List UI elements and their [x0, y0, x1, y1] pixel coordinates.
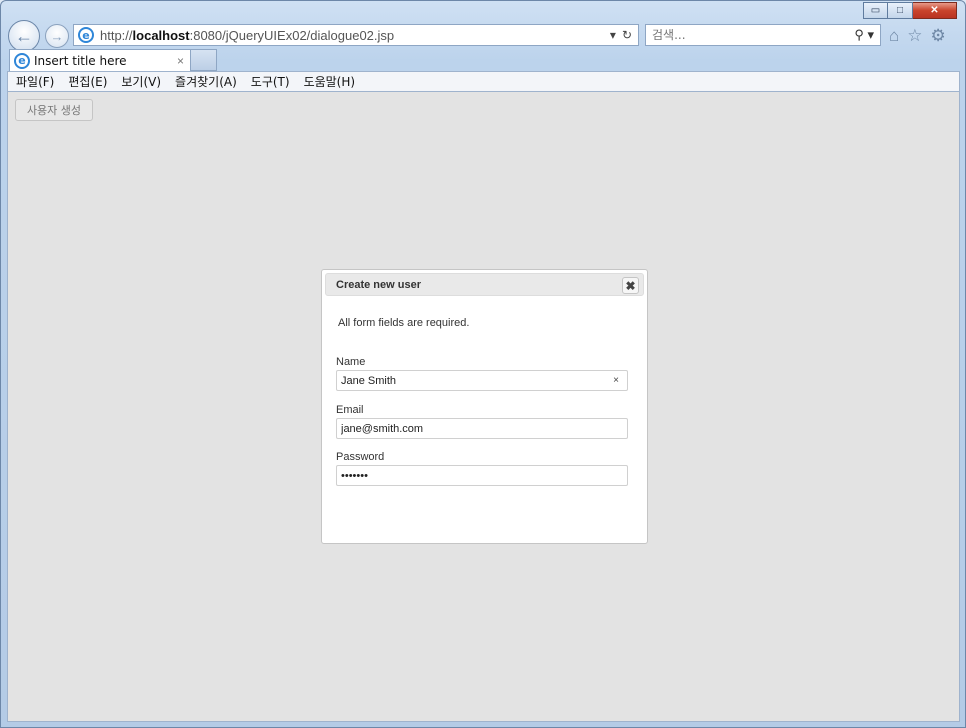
url-host: localhost	[132, 27, 190, 43]
menu-favorites[interactable]: 즐겨찾기(A)	[175, 73, 237, 90]
url-path: :8080/jQueryUIEx02/dialogue02.jsp	[189, 27, 395, 43]
create-user-dialog: Create new user ✖ All form fields are re…	[321, 269, 648, 544]
dialog-titlebar[interactable]: Create new user ✖	[325, 273, 644, 296]
menu-tools[interactable]: 도구(T)	[251, 73, 290, 90]
menu-help[interactable]: 도움말(H)	[304, 73, 356, 90]
tab-title: Insert title here	[34, 53, 127, 68]
password-input[interactable]	[341, 469, 601, 482]
tab-close-icon[interactable]: ×	[177, 54, 184, 68]
password-field: Password	[336, 451, 628, 486]
name-label: Name	[336, 356, 366, 368]
new-tab-button[interactable]	[191, 49, 217, 71]
address-bar[interactable]: e http://localhost:8080/jQueryUIEx02/dia…	[73, 24, 639, 46]
tools-gear-icon[interactable]: ⚙	[931, 26, 946, 46]
search-box[interactable]: ⚲ ▾	[645, 24, 881, 46]
favorites-star-icon[interactable]: ☆	[907, 26, 922, 46]
back-arrow-icon: ←	[15, 25, 33, 46]
search-icon[interactable]: ⚲ ▾	[854, 27, 880, 43]
tab-ie-icon: e	[14, 52, 30, 69]
address-url[interactable]: http://localhost:8080/jQueryUIEx02/dialo…	[100, 28, 394, 43]
address-dropdown-icon[interactable]: ▾	[610, 28, 616, 42]
email-field: Email	[336, 404, 628, 439]
search-dropdown-icon[interactable]: ▾	[867, 27, 874, 42]
validation-tip: All form fields are required.	[338, 317, 470, 329]
menu-file[interactable]: 파일(F)	[16, 73, 54, 90]
forward-button[interactable]: →	[45, 24, 69, 48]
search-input[interactable]	[652, 28, 832, 42]
clear-input-icon[interactable]: ×	[613, 375, 619, 386]
password-label: Password	[336, 451, 385, 463]
email-input[interactable]	[341, 422, 601, 435]
menu-view[interactable]: 보기(V)	[121, 73, 161, 90]
forward-arrow-icon: →	[50, 28, 64, 44]
page-content: 사용자 생성 Create new user ✖ All form fields…	[7, 92, 960, 722]
close-window-button[interactable]: ✕	[913, 2, 957, 19]
tab-active[interactable]: e Insert title here ×	[9, 49, 191, 71]
tab-strip: e Insert title here ×	[1, 49, 966, 71]
password-input-box[interactable]	[336, 465, 628, 486]
name-input-box[interactable]: ×	[336, 370, 628, 391]
window-controls: ▭ □ ✕	[863, 2, 957, 19]
name-field: Name ×	[336, 356, 628, 391]
name-input[interactable]	[341, 374, 601, 387]
address-tools: ▾ ↻	[610, 28, 638, 42]
refresh-icon[interactable]: ↻	[622, 28, 632, 42]
navigation-bar: ← → e http://localhost:8080/jQueryUIEx02…	[1, 19, 966, 52]
dialog-close-icon[interactable]: ✖	[622, 277, 639, 294]
dialog-title: Create new user	[336, 278, 421, 291]
menu-bar: 파일(F) 편집(E) 보기(V) 즐겨찾기(A) 도구(T) 도움말(H)	[7, 71, 960, 92]
url-protocol: http://	[100, 27, 133, 43]
ie-page-icon: e	[78, 27, 94, 43]
back-button[interactable]: ←	[8, 20, 40, 52]
home-icon[interactable]: ⌂	[889, 26, 899, 46]
create-user-button[interactable]: 사용자 생성	[15, 99, 93, 121]
maximize-button[interactable]: □	[888, 2, 913, 19]
menu-edit[interactable]: 편집(E)	[68, 73, 107, 90]
email-label: Email	[336, 404, 364, 416]
email-input-box[interactable]	[336, 418, 628, 439]
browser-window: ▭ □ ✕ ← → e http://localhost:8080/jQuery…	[0, 0, 966, 728]
minimize-button[interactable]: ▭	[863, 2, 888, 19]
toolbar-icons: ⌂ ☆ ⚙	[889, 26, 946, 46]
